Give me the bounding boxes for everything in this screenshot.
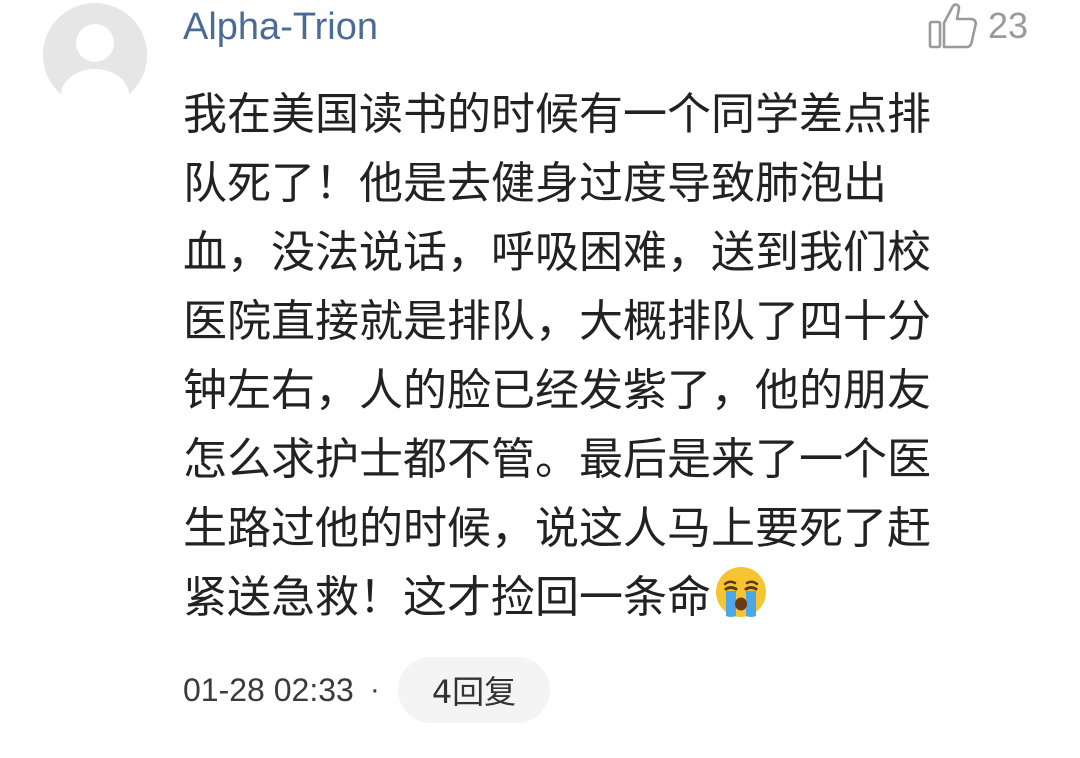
comment-line: 队死了！他是去健身过度导致肺泡出 — [183, 158, 887, 209]
comment-line: 钟左右，人的脸已经发紫了，他的朋友 — [183, 365, 931, 416]
comment-line: 医院直接就是排队，大概排队了四十分 — [183, 296, 931, 347]
comment-line: 怎么求护士都不管。最后是来了一个医 — [183, 434, 931, 485]
comment-meta: 01-28 02:33 · 4回复 — [183, 657, 551, 723]
comment-line: 生路过他的时候，说这人马上要死了赶 — [183, 503, 931, 554]
comment-line-text: 紧送急救！这才捡回一条命 — [183, 572, 711, 623]
reply-count-button[interactable]: 4回复 — [397, 657, 551, 723]
like-count: 23 — [987, 5, 1028, 46]
crying-face-emoji — [716, 567, 766, 617]
thumbs-up-icon — [928, 3, 977, 49]
like-button[interactable]: 23 — [928, 0, 1028, 52]
comment-line: 血，没法说话，呼吸困难，送到我们校 — [183, 227, 931, 278]
meta-separator: · — [369, 673, 380, 706]
comment-item: Alpha-Trion 23 我在美国读书的时候有一个同学差点排 队死了！他是去… — [0, 0, 1080, 758]
comment-last-line: 紧送急救！这才捡回一条命 — [183, 563, 1033, 632]
username[interactable]: Alpha-Trion — [183, 4, 378, 50]
comment-body: 我在美国读书的时候有一个同学差点排 队死了！他是去健身过度导致肺泡出 血，没法说… — [183, 80, 1033, 632]
comment-timestamp: 01-28 02:33 — [183, 671, 354, 708]
default-avatar-icon[interactable] — [43, 3, 147, 107]
comment-line: 我在美国读书的时候有一个同学差点排 — [183, 89, 931, 140]
